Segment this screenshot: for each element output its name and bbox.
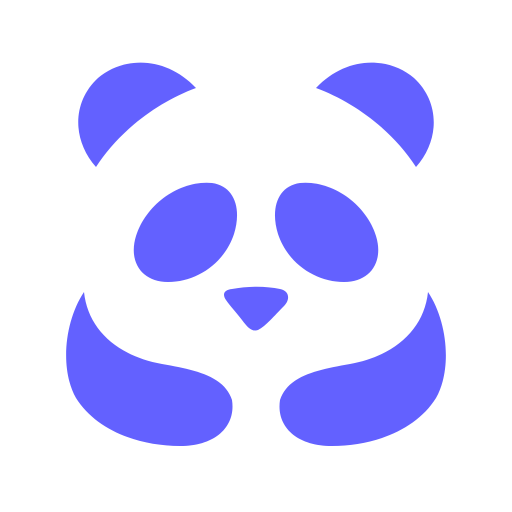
- right-paw-shape: [279, 292, 446, 446]
- panda-logo-icon: [66, 62, 446, 446]
- right-ear-shape: [316, 62, 434, 168]
- left-paw-shape: [66, 292, 233, 446]
- logo-canvas: [0, 0, 512, 512]
- left-eye-patch-shape: [133, 182, 238, 282]
- left-ear-shape: [78, 62, 196, 168]
- nose-shape: [224, 286, 289, 331]
- right-eye-patch-shape: [274, 182, 379, 282]
